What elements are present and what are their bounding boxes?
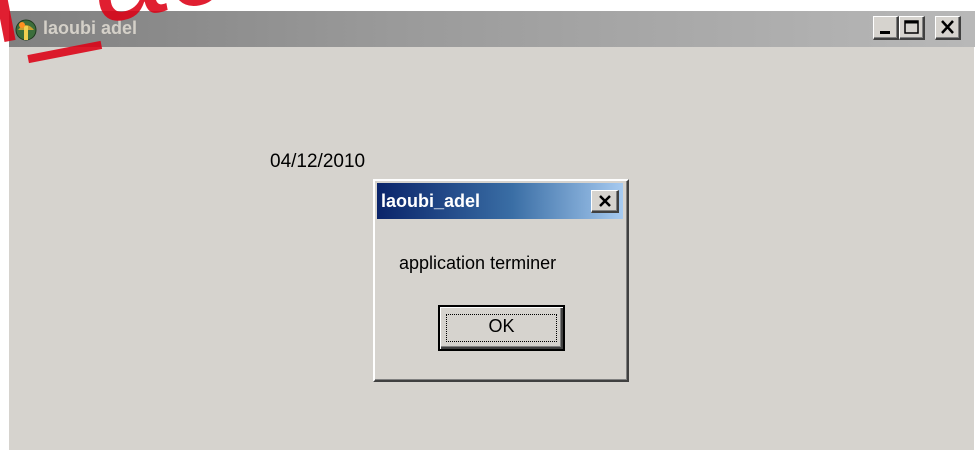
date-label: 04/12/2010 (270, 151, 366, 172)
minimize-button[interactable] (873, 16, 899, 40)
ok-button[interactable]: OK (438, 305, 565, 351)
maximize-icon (904, 20, 919, 34)
dialog-titlebar[interactable]: laoubi_adel (377, 183, 623, 219)
message-box: laoubi_adel application terminer OK (373, 179, 629, 382)
maximize-button[interactable] (899, 16, 925, 40)
screen: laoubi adel 04/12/2010 laoubi_adel appli… (0, 0, 975, 450)
app-icon[interactable] (15, 18, 37, 42)
dialog-title: laoubi_adel (381, 191, 481, 211)
window-title: laoubi adel (43, 18, 138, 38)
ok-button-label: OK (488, 316, 515, 336)
dialog-close-button[interactable] (591, 190, 619, 213)
close-button[interactable] (935, 16, 961, 40)
window-titlebar[interactable]: laoubi adel (9, 11, 975, 47)
close-icon (599, 195, 611, 207)
close-icon (941, 20, 954, 34)
dialog-message: application terminer (399, 253, 557, 273)
minimize-icon (880, 31, 890, 34)
